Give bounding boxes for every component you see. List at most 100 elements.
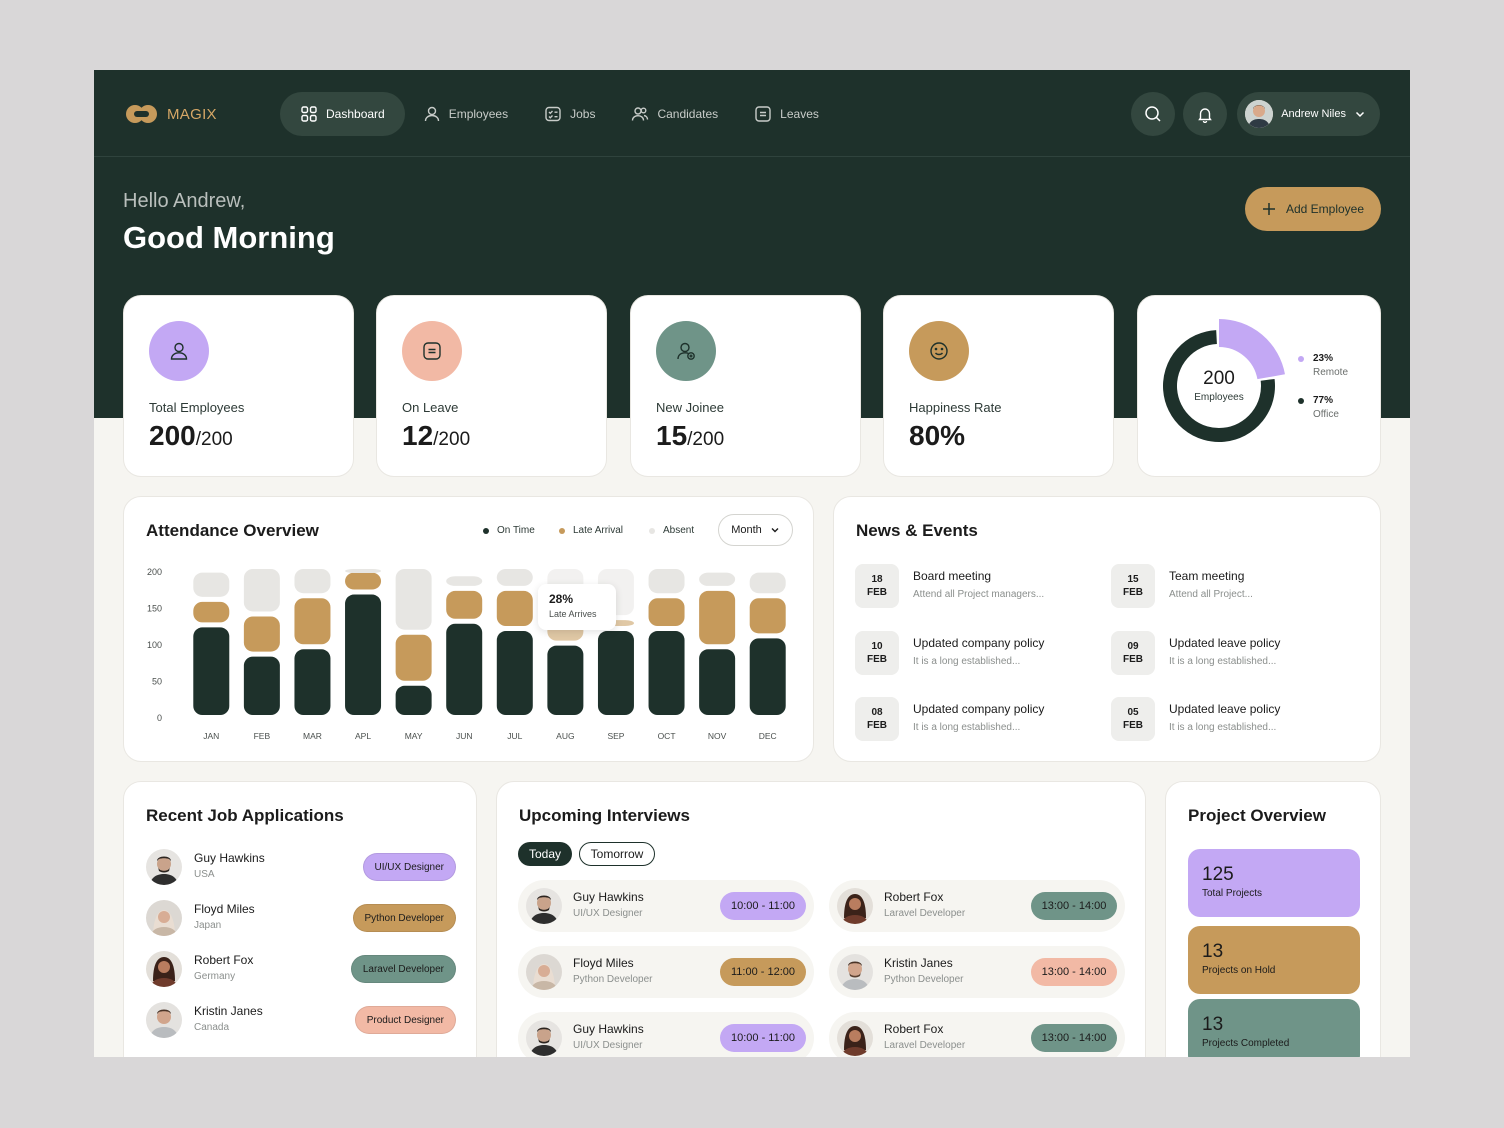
avatar: [146, 951, 182, 987]
interview-item[interactable]: Robert Fox Laravel Developer 13:00 - 14:…: [829, 1012, 1125, 1057]
project-stat-on-hold[interactable]: 13 Projects on Hold: [1188, 926, 1360, 994]
nav-item-jobs[interactable]: Jobs: [526, 92, 613, 136]
bar-late-arrival-dec[interactable]: [749, 598, 786, 634]
y-tick-label: 50: [152, 677, 162, 687]
avatar: [837, 954, 873, 990]
project-label: Projects Completed: [1202, 1038, 1290, 1049]
bar-absent-may[interactable]: [395, 569, 432, 630]
bar-late-arrival-oct[interactable]: [648, 598, 685, 627]
bar-absent-jan[interactable]: [193, 572, 230, 597]
stat-label: On Leave: [402, 400, 459, 415]
applicant-name: Kristin Janes: [194, 1004, 263, 1018]
bar-absent-apl[interactable]: [345, 569, 382, 573]
upcoming-interviews-card: Upcoming Interviews Today Tomorrow Guy H…: [496, 781, 1146, 1057]
news-title: Team meeting: [1169, 569, 1245, 583]
bar-on-time-feb[interactable]: [243, 656, 280, 715]
bar-absent-nov[interactable]: [699, 572, 736, 586]
leave-icon: [423, 342, 441, 360]
interview-item[interactable]: Kristin Janes Python Developer 13:00 - 1…: [829, 946, 1125, 998]
news-item[interactable]: 09 FEB Updated leave policy It is a long …: [1111, 631, 1361, 677]
news-item[interactable]: 10 FEB Updated company policy It is a lon…: [855, 631, 1105, 677]
avatar: [146, 900, 182, 936]
donut-total: 200: [1203, 368, 1235, 389]
project-label: Total Projects: [1202, 888, 1263, 899]
bar-on-time-mar[interactable]: [294, 649, 331, 715]
project-stat-total[interactable]: 125 Total Projects: [1188, 849, 1360, 917]
tab-today[interactable]: Today: [518, 842, 572, 866]
avatar: [146, 849, 182, 885]
time-badge: 13:00 - 14:00: [1031, 892, 1117, 920]
logo[interactable]: MAGIX: [126, 105, 217, 123]
time-badge: 11:00 - 12:00: [720, 958, 806, 986]
stat-label: Happiness Rate: [909, 400, 1002, 415]
bar-late-arrival-feb[interactable]: [243, 616, 280, 652]
list-item[interactable]: Guy Hawkins USA UI/UX Designer: [146, 849, 456, 887]
date-badge: 10 FEB: [855, 631, 899, 675]
x-tick-label: OCT: [658, 731, 676, 741]
stat-icon-circle: [909, 321, 969, 381]
bar-on-time-dec[interactable]: [749, 638, 786, 715]
bar-on-time-jul[interactable]: [496, 631, 533, 715]
search-button[interactable]: [1131, 92, 1176, 136]
user-menu[interactable]: Andrew Niles: [1237, 92, 1380, 136]
nav-item-employees[interactable]: Employees: [405, 92, 526, 136]
bar-on-time-jun[interactable]: [446, 623, 483, 715]
news-title: Board meeting: [913, 569, 992, 583]
bar-absent-oct[interactable]: [648, 569, 685, 594]
list-item[interactable]: Floyd Miles Japan Python Developer: [146, 900, 456, 938]
nav-label: Dashboard: [326, 107, 385, 121]
project-label: Projects on Hold: [1202, 965, 1276, 976]
interview-item[interactable]: Robert Fox Laravel Developer 13:00 - 14:…: [829, 880, 1125, 932]
bar-absent-dec[interactable]: [749, 572, 786, 594]
bar-late-arrival-jan[interactable]: [193, 601, 230, 623]
news-desc: It is a long established...: [1169, 656, 1277, 667]
bar-absent-jul[interactable]: [496, 569, 533, 586]
candidate-role: Laravel Developer: [884, 908, 966, 919]
bar-absent-jun[interactable]: [446, 576, 483, 586]
bell-icon: [1198, 108, 1212, 123]
x-tick-label: NOV: [708, 731, 727, 741]
user-icon: [424, 106, 439, 122]
bar-on-time-may[interactable]: [395, 685, 432, 715]
bar-absent-mar[interactable]: [294, 569, 331, 594]
news-item[interactable]: 05 FEB Updated leave policy It is a long …: [1111, 697, 1361, 743]
bar-late-arrival-mar[interactable]: [294, 598, 331, 645]
bar-late-arrival-jun[interactable]: [446, 590, 483, 619]
tab-tomorrow[interactable]: Tomorrow: [579, 842, 655, 866]
news-item[interactable]: 08 FEB Updated company policy It is a lon…: [855, 697, 1105, 743]
interview-item[interactable]: Guy Hawkins UI/UX Designer 10:00 - 11:00: [518, 880, 814, 932]
list-item[interactable]: Robert Fox Germany Laravel Developer: [146, 951, 456, 989]
bar-late-arrival-nov[interactable]: [699, 590, 736, 645]
bar-on-time-oct[interactable]: [648, 631, 685, 715]
chevron-down-icon: [1355, 111, 1365, 118]
user-add-icon: [677, 342, 695, 360]
bar-late-arrival-jul[interactable]: [496, 590, 533, 627]
stat-card-on-leave: On Leave 12/200: [376, 295, 607, 477]
news-item[interactable]: 18 FEB Board meeting Attend all Project m…: [855, 564, 1105, 610]
bar-on-time-nov[interactable]: [699, 649, 736, 715]
list-item[interactable]: Kristin Janes Canada Product Designer: [146, 1002, 456, 1040]
bar-on-time-apl[interactable]: [345, 594, 382, 715]
interview-item[interactable]: Guy Hawkins UI/UX Designer 10:00 - 11:00: [518, 1012, 814, 1057]
x-tick-label: MAY: [405, 731, 423, 741]
bar-late-arrival-may[interactable]: [395, 634, 432, 681]
bar-late-arrival-apl[interactable]: [345, 572, 382, 590]
bar-on-time-sep[interactable]: [597, 631, 634, 715]
add-employee-button[interactable]: Add Employee: [1245, 187, 1381, 231]
bar-on-time-jan[interactable]: [193, 627, 230, 715]
stat-icon-circle: [656, 321, 716, 381]
interview-item[interactable]: Floyd Miles Python Developer 11:00 - 12:…: [518, 946, 814, 998]
notifications-button[interactable]: [1183, 92, 1228, 136]
legend-absent: Absent: [649, 525, 694, 536]
nav-item-candidates[interactable]: Candidates: [613, 92, 736, 136]
news-item[interactable]: 15 FEB Team meeting Attend all Project...: [1111, 564, 1361, 610]
candidate-role: Python Developer: [573, 974, 653, 985]
date-badge: 09 FEB: [1111, 631, 1155, 675]
bar-absent-feb[interactable]: [243, 569, 280, 612]
period-select[interactable]: Month: [718, 514, 793, 546]
nav-item-dashboard[interactable]: Dashboard: [280, 92, 405, 136]
card-title: Attendance Overview: [146, 521, 319, 540]
bar-on-time-aug[interactable]: [547, 645, 584, 715]
project-stat-completed[interactable]: 13 Projects Completed: [1188, 999, 1360, 1057]
nav-item-leaves[interactable]: Leaves: [736, 92, 837, 136]
